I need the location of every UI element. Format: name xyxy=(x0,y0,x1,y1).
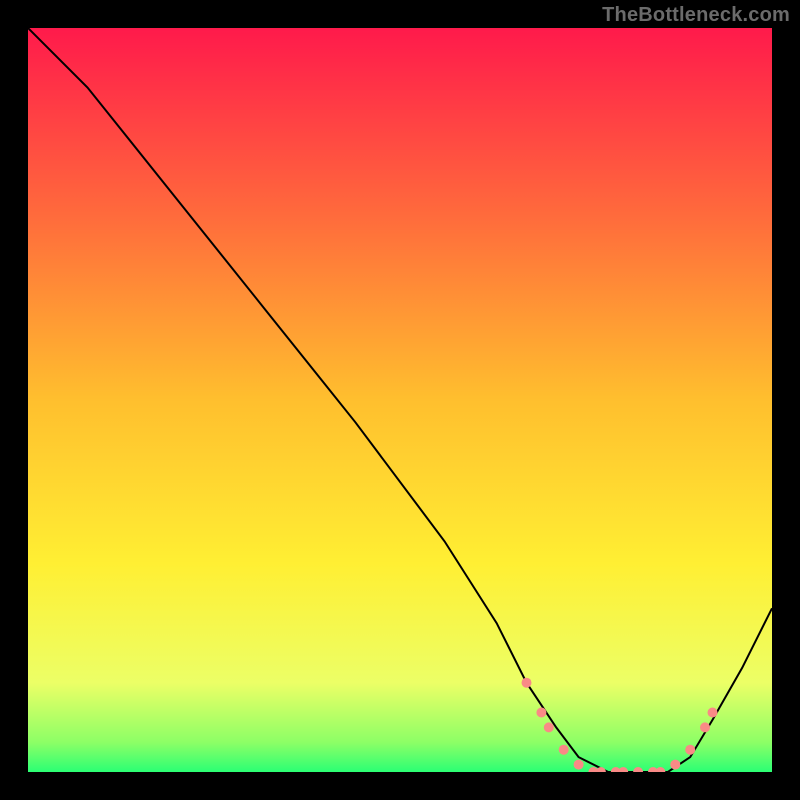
marker-dot xyxy=(536,708,546,718)
marker-dot xyxy=(559,745,569,755)
watermark-text: TheBottleneck.com xyxy=(602,4,790,27)
marker-dot xyxy=(685,745,695,755)
plot-area xyxy=(28,28,772,772)
marker-dot xyxy=(544,722,554,732)
marker-dot xyxy=(708,708,718,718)
marker-dot xyxy=(522,678,532,688)
marker-dot xyxy=(574,760,584,770)
gradient-background xyxy=(28,28,772,772)
chart-frame: TheBottleneck.com xyxy=(0,0,800,800)
marker-dot xyxy=(670,760,680,770)
marker-dot xyxy=(700,722,710,732)
chart-svg xyxy=(28,28,772,772)
